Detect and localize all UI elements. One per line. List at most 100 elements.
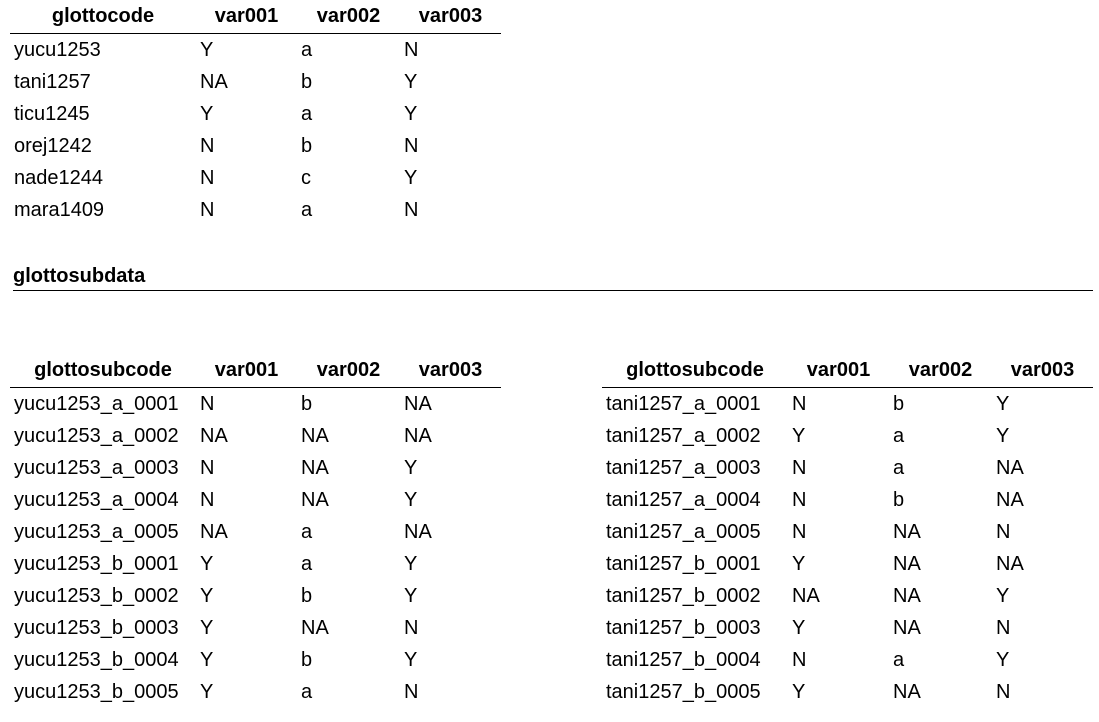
column-header-var002: var002 [297,359,400,388]
table-row: nade1244 Nc Y [10,162,501,194]
code-cell: tani1257_a_0004 [606,488,761,511]
column-header-var002: var002 [297,5,400,34]
var002-cell: b [301,392,313,415]
var002-cell: NA [301,616,329,639]
var003-cell: Y [404,488,418,511]
var001-cell: Y [792,616,806,639]
code-cell: tani1257_b_0004 [606,648,761,671]
var003-cell: N [404,616,419,639]
column-header-var001: var001 [196,5,297,34]
var002-cell: a [301,38,313,61]
var002-cell: b [301,134,313,157]
var002-cell: b [893,488,905,511]
var002-cell: NA [893,552,921,575]
var002-cell: a [893,456,905,479]
var002-cell: NA [893,680,921,703]
code-cell: tani1257_b_0001 [606,552,761,575]
table-row: tani1257_b_0001 Y NA NA [602,548,1093,580]
code-cell: yucu1253_b_0004 [14,648,179,671]
table-row: yucu1253_a_0002 NA NA NA [10,420,501,452]
table-row: tani1257 NA b Y [10,66,501,98]
var001-cell: Y [200,552,214,575]
code-cell: tani1257_a_0005 [606,520,761,543]
column-header-var002: var002 [889,359,992,388]
table-row: yucu1253_a_0003 N NA Y [10,452,501,484]
var003-cell: NA [996,456,1024,479]
var001-cell: N [792,392,807,415]
glottocode-table: glottocode var001 var002 var003 yucu1253… [10,5,501,226]
var002-cell: b [301,70,313,93]
var003-cell: NA [404,392,432,415]
var003-cell: N [996,616,1011,639]
var001-cell: N [200,488,215,511]
var003-cell: NA [404,520,432,543]
var001-cell: Y [792,552,806,575]
var002-cell: b [301,648,313,671]
table-row: tani1257_b_0002 NA NA Y [602,580,1093,612]
code-cell: tani1257 [14,70,91,93]
var003-cell: Y [404,584,418,607]
var001-cell: Y [200,648,214,671]
code-cell: tani1257_a_0002 [606,424,761,447]
var001-cell: NA [200,520,228,543]
glottosubcode-table-left: glottosubcode var001 var002 var003 yucu1… [10,359,501,708]
table-row: tani1257_a_0005 N NA N [602,516,1093,548]
var001-cell: Y [200,102,214,125]
var001-cell: Y [200,616,214,639]
var003-cell: NA [996,552,1024,575]
code-cell: orej1242 [14,134,92,157]
var003-cell: N [404,198,419,221]
table-row: tani1257_b_0005 Y NA N [602,676,1093,708]
var002-cell: c [301,166,311,189]
table-row: tani1257_a_0004 Nb NA [602,484,1093,516]
var002-cell: NA [893,520,921,543]
var001-cell: N [792,520,807,543]
var003-cell: Y [404,166,418,189]
code-cell: yucu1253_a_0004 [14,488,179,511]
code-cell: yucu1253_b_0005 [14,680,179,703]
var001-cell: Y [792,424,806,447]
var003-cell: N [996,520,1011,543]
var001-cell: N [200,134,215,157]
header-row: glottosubcode var001 var002 var003 [602,359,1093,388]
var002-cell: a [301,198,313,221]
table-row: yucu1253_b_0002 Yb Y [10,580,501,612]
var001-cell: Y [200,680,214,703]
code-cell: tani1257_b_0002 [606,584,761,607]
table-row: yucu1253_b_0001 Ya Y [10,548,501,580]
var002-cell: NA [301,456,329,479]
var001-cell: NA [792,584,820,607]
var002-cell: a [301,520,313,543]
column-header-var001: var001 [788,359,889,388]
var002-cell: b [301,584,313,607]
code-cell: yucu1253 [14,38,101,61]
code-cell: yucu1253_b_0002 [14,584,179,607]
table-row: yucu1253_a_0004 N NA Y [10,484,501,516]
var003-cell: Y [996,424,1010,447]
table-row: yucu1253_b_0003 Y NA N [10,612,501,644]
var002-cell: a [893,648,905,671]
glottosubcode-table-right: glottosubcode var001 var002 var003 tani1… [602,359,1093,708]
code-cell: yucu1253_a_0002 [14,424,179,447]
var003-cell: Y [404,102,418,125]
column-header-var003: var003 [992,359,1093,388]
table-row: yucu1253_b_0004 Yb Y [10,644,501,676]
code-cell: yucu1253_b_0001 [14,552,179,575]
var003-cell: N [404,680,419,703]
var001-cell: N [792,456,807,479]
column-header-glottocode: glottocode [10,5,196,34]
var001-cell: Y [200,584,214,607]
var001-cell: N [792,488,807,511]
table-row: yucu1253 Ya N [10,34,501,67]
table-row: yucu1253_a_0005 NA a NA [10,516,501,548]
var002-cell: a [301,552,313,575]
table-row: tani1257_b_0003 Y NA N [602,612,1093,644]
var002-cell: NA [893,584,921,607]
table-row: tani1257_a_0001 Nb Y [602,388,1093,421]
var002-cell: b [893,392,905,415]
table-row: orej1242 Nb N [10,130,501,162]
var003-cell: NA [404,424,432,447]
var003-cell: N [404,134,419,157]
var001-cell: N [792,648,807,671]
var003-cell: Y [404,648,418,671]
